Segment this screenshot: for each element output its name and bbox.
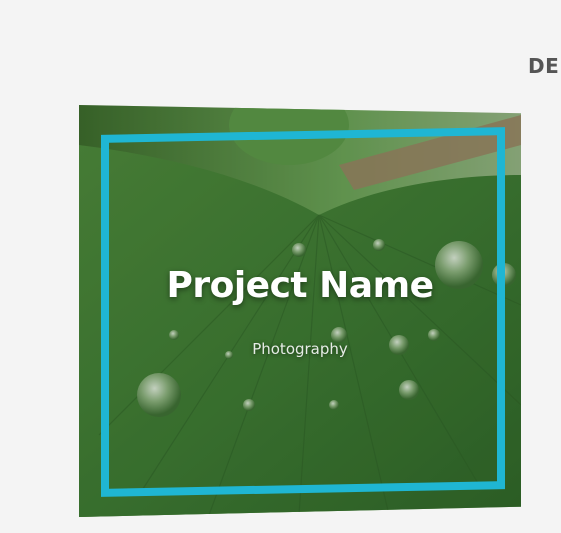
project-category: Photography: [252, 340, 348, 358]
card-frame: [101, 127, 505, 497]
nav-link-partial[interactable]: DE: [528, 54, 559, 78]
project-title: Project Name: [166, 265, 434, 306]
project-card[interactable]: Project Name Photography: [79, 105, 521, 517]
